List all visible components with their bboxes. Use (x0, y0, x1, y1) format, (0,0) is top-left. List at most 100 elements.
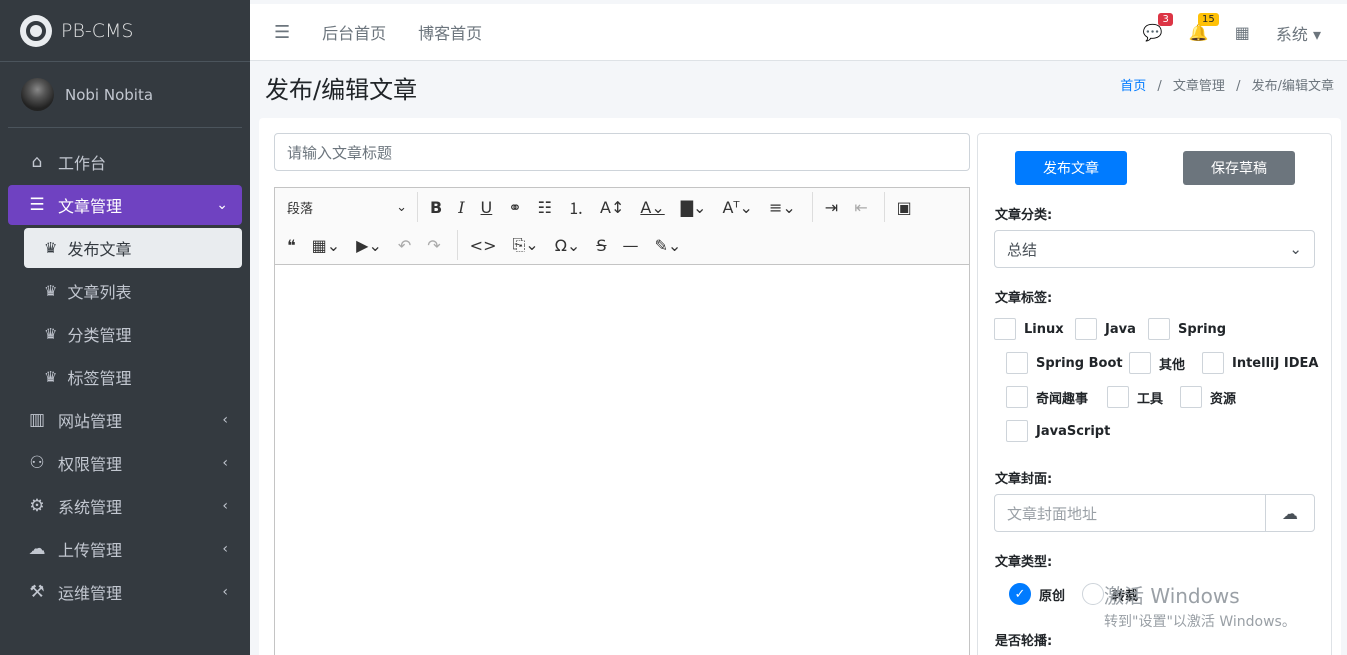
sidebar-subitem-publish[interactable]: ♛ 发布文章 (24, 228, 242, 268)
numbered-list-icon[interactable]: ⒈ (568, 195, 584, 219)
tag-checkbox-java[interactable]: Java (1075, 318, 1136, 340)
code-block-icon[interactable]: ⎘⌄ (512, 235, 538, 255)
publish-button[interactable]: 发布文章 (1015, 151, 1127, 185)
tag-checkbox-resources[interactable]: 资源 (1180, 386, 1236, 408)
radio[interactable] (1082, 583, 1104, 605)
checkbox[interactable] (1075, 318, 1097, 340)
checkbox[interactable] (994, 318, 1016, 340)
redo-icon[interactable]: ↷ (427, 236, 440, 255)
underline-icon[interactable]: U (481, 198, 493, 217)
outdent-icon[interactable]: ⇤ (854, 198, 867, 217)
paragraph-format-dropdown[interactable]: 段落 ⌄ (287, 198, 407, 217)
tag-checkbox-tools[interactable]: 工具 (1107, 386, 1163, 408)
grid-apps-icon[interactable]: ▦ (1235, 23, 1250, 42)
system-dropdown[interactable]: 系统 ▾ (1276, 21, 1321, 45)
checkbox[interactable] (1129, 352, 1151, 374)
users-cog-icon: ⚇ (29, 453, 45, 473)
link-icon[interactable]: ⚭ (508, 198, 521, 217)
sidebar-subitem-categories[interactable]: ♛ 分类管理 (24, 314, 242, 354)
sidebar-subitem-tags[interactable]: ♛ 标签管理 (24, 357, 242, 397)
special-chars-icon[interactable]: Ω⌄ (555, 236, 581, 255)
user-panel[interactable]: Nobi Nobita (8, 62, 242, 128)
tag-checkbox-javascript[interactable]: JavaScript (1006, 420, 1110, 442)
watermark-title: 激活 Windows (1104, 584, 1240, 608)
cover-upload-button[interactable]: ☁ (1265, 494, 1315, 532)
font-color-icon[interactable]: A⌄ (640, 198, 664, 217)
cover-url-input[interactable]: 文章封面地址 (994, 494, 1266, 532)
checkbox[interactable] (1107, 386, 1129, 408)
chevron-down-icon: ⌄ (1289, 240, 1302, 258)
save-draft-button[interactable]: 保存草稿 (1183, 151, 1295, 185)
tag-label: Spring Boot (1036, 355, 1123, 371)
image-icon[interactable]: ▣ (897, 198, 912, 217)
category-select[interactable]: 总结 ⌄ (994, 230, 1315, 268)
article-title-input[interactable]: 请输入文章标题 (274, 133, 970, 171)
sidebar-item-dashboard[interactable]: ⌂ 工作台 (8, 142, 242, 182)
sidebar-item-permissions[interactable]: ⚇ 权限管理 ‹ (8, 443, 242, 483)
sidebar-subitem-label: 文章列表 (67, 283, 132, 302)
font-size-icon[interactable]: A↕ (600, 198, 624, 217)
chevron-left-icon: ‹ (222, 455, 228, 471)
top-link-blog-home[interactable]: 博客首页 (418, 20, 482, 44)
carousel-label: 是否轮播: (995, 634, 1053, 649)
strikethrough-icon[interactable]: S (596, 236, 606, 255)
checkbox[interactable] (1180, 386, 1202, 408)
chess-queen-icon: ♛ (44, 239, 58, 257)
sidebar-subitem-article-list[interactable]: ♛ 文章列表 (24, 271, 242, 311)
sidebar-nav: ⌂ 工作台 ☰ 文章管理 ⌄ ♛ 发布文章 ♛ 文章列表 ♛ 分类管理 ♛ 标签… (0, 128, 250, 612)
chess-queen-icon: ♛ (44, 282, 58, 300)
breadcrumb-articles[interactable]: 文章管理 (1173, 79, 1225, 94)
alignment-icon[interactable]: ≡⌄ (769, 198, 796, 217)
tag-checkbox-anecdotes[interactable]: 奇闻趣事 (1006, 386, 1088, 408)
checkbox[interactable] (1202, 352, 1224, 374)
italic-icon[interactable]: I (458, 198, 464, 217)
checkbox[interactable] (1148, 318, 1170, 340)
people-carry-icon: ⚒ (29, 582, 45, 602)
sidebar-item-label: 工作台 (58, 154, 107, 173)
rich-text-editor[interactable]: 段落 ⌄ B I U ⚭ ☷ ⒈ A↕ A⌄ ▇⌄ Aᵀ⌄ ≡⌄ ⇥ ⇤ ▣ ❝… (274, 187, 970, 655)
breadcrumb-home[interactable]: 首页 (1120, 79, 1146, 94)
tag-checkbox-other[interactable]: 其他 (1129, 352, 1185, 374)
radio-checked-icon[interactable]: ✓ (1009, 583, 1031, 605)
notifications-button[interactable]: 🔔 15 (1189, 13, 1219, 42)
sidebar-item-upload[interactable]: ☁ 上传管理 ‹ (8, 529, 242, 569)
sidebar-item-system[interactable]: ⚙ 系统管理 ‹ (8, 486, 242, 526)
sidebar-item-ops[interactable]: ⚒ 运维管理 ‹ (8, 572, 242, 612)
font-background-icon[interactable]: ▇⌄ (681, 198, 707, 217)
brand-name: PB-CMS (61, 19, 134, 42)
sidebar-item-site[interactable]: ▥ 网站管理 ‹ (8, 400, 242, 440)
top-link-admin-home[interactable]: 后台首页 (322, 20, 386, 44)
checkbox[interactable] (1006, 420, 1028, 442)
tag-checkbox-spring[interactable]: Spring (1148, 318, 1226, 340)
toolbar-separator (811, 192, 813, 222)
hamburger-menu-icon[interactable]: ☰ (274, 22, 290, 43)
sidebar-item-articles[interactable]: ☰ 文章管理 ⌄ (8, 185, 242, 225)
blockquote-icon[interactable]: ❝ (287, 236, 296, 255)
code-icon[interactable]: <> (470, 236, 497, 255)
bold-icon[interactable]: B (430, 198, 442, 217)
radio-label: 原创 (1039, 588, 1066, 604)
tag-checkbox-linux[interactable]: Linux (994, 318, 1064, 340)
tag-label: 奇闻趣事 (1036, 391, 1089, 407)
media-icon[interactable]: ▶⌄ (356, 236, 382, 255)
tag-checkbox-intellij[interactable]: IntelliJ IDEA (1202, 352, 1318, 374)
checkbox[interactable] (1006, 386, 1028, 408)
type-radio-original[interactable]: ✓ 原创 (1009, 583, 1065, 605)
tag-checkbox-spring-boot[interactable]: Spring Boot (1006, 352, 1123, 374)
tag-label: 资源 (1210, 391, 1237, 407)
breadcrumb-separator: / (1236, 79, 1241, 94)
toolbar-separator (456, 230, 458, 260)
font-family-icon[interactable]: Aᵀ⌄ (722, 198, 753, 217)
highlight-icon[interactable]: ✎⌄ (655, 236, 682, 255)
brand-logo-icon (20, 14, 52, 47)
undo-icon[interactable]: ↶ (398, 236, 411, 255)
bulleted-list-icon[interactable]: ☷ (538, 198, 552, 217)
table-icon[interactable]: ▦⌄ (312, 236, 341, 255)
system-label: 系统 (1275, 24, 1308, 44)
horizontal-line-icon[interactable]: — (623, 236, 639, 255)
sidebar-subitem-label: 分类管理 (67, 326, 132, 345)
indent-icon[interactable]: ⇥ (825, 198, 838, 217)
brand[interactable]: PB-CMS (0, 0, 250, 62)
messages-button[interactable]: 💬 3 (1143, 13, 1173, 42)
checkbox[interactable] (1006, 352, 1028, 374)
